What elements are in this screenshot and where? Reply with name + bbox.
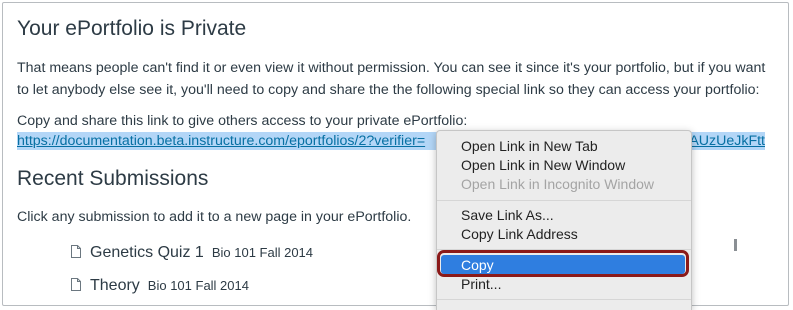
private-heading: Your ePortfolio is Private — [17, 17, 247, 40]
menu-item-open-new-window[interactable]: Open Link in New Window — [461, 157, 625, 173]
menu-item-open-incognito: Open Link in Incognito Window — [461, 176, 654, 192]
submission-item[interactable]: Theory Bio 101 Fall 2014 — [71, 277, 249, 295]
privacy-paragraph: That means people can't find it or even … — [17, 60, 766, 98]
menu-separator — [437, 200, 691, 201]
menu-item-save-link-as[interactable]: Save Link As... — [461, 207, 554, 223]
menu-item-open-new-tab[interactable]: Open Link in New Tab — [461, 138, 598, 154]
submission-title[interactable]: Theory — [90, 277, 140, 295]
submission-course: Bio 101 Fall 2014 — [211, 245, 314, 260]
menu-separator — [437, 299, 691, 300]
share-link-start[interactable]: https://documentation.beta.instructure.c… — [17, 133, 425, 149]
submission-title[interactable]: Genetics Quiz 1 — [90, 244, 204, 262]
document-icon — [71, 278, 81, 291]
copy-share-label: Copy and share this link to give others … — [17, 113, 468, 129]
scrollbar-thumb[interactable] — [734, 239, 737, 251]
menu-item-print[interactable]: Print... — [461, 276, 501, 292]
context-menu: Open Link in New Tab Open Link in New Wi… — [436, 130, 692, 310]
menu-item-copy[interactable]: Copy — [461, 257, 494, 273]
menu-item-copy-link-address[interactable]: Copy Link Address — [461, 226, 578, 242]
document-icon — [71, 245, 81, 258]
share-link-end[interactable]: AUzUeJkFtt — [689, 132, 765, 150]
submission-course: Bio 101 Fall 2014 — [147, 278, 249, 293]
submission-item[interactable]: Genetics Quiz 1 Bio 101 Fall 2014 — [71, 244, 313, 262]
recent-submissions-heading: Recent Submissions — [17, 167, 209, 190]
recent-instruction: Click any submission to add it to a new … — [17, 209, 412, 225]
